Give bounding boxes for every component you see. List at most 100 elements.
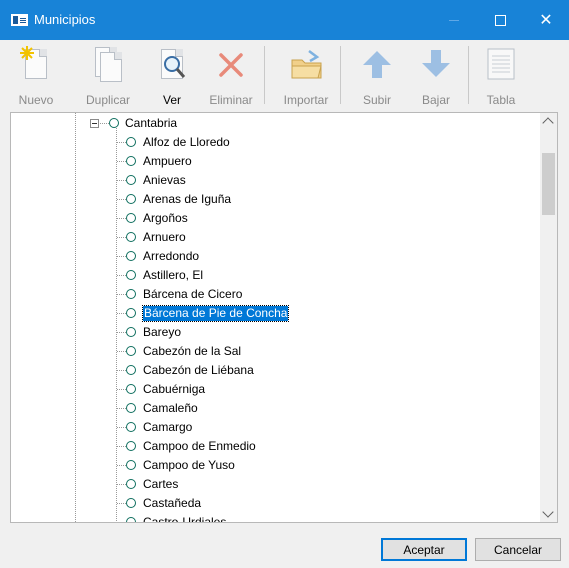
node-icon bbox=[126, 251, 136, 261]
tree-connector bbox=[117, 427, 126, 428]
scroll-down-icon[interactable] bbox=[542, 506, 554, 518]
duplicar-label: Duplicar bbox=[85, 93, 130, 107]
tree-item[interactable]: Astillero, El bbox=[143, 268, 203, 283]
tree-connector bbox=[117, 180, 126, 181]
folder-node-icon bbox=[109, 118, 119, 128]
subir-label: Subir bbox=[362, 93, 391, 107]
tree-connector bbox=[117, 332, 126, 333]
tree-connector bbox=[117, 161, 126, 162]
nuevo-label: Nuevo bbox=[18, 93, 54, 107]
tree-item[interactable]: Campoo de Yuso bbox=[143, 458, 235, 473]
minimize-button[interactable] bbox=[431, 0, 477, 40]
node-icon bbox=[126, 308, 136, 318]
node-icon bbox=[126, 327, 136, 337]
municipios-tree[interactable]: Cantabria Alfoz de Lloredo Ampuero Anievas A… bbox=[10, 112, 558, 523]
tree-item[interactable]: Castañeda bbox=[143, 496, 201, 511]
arrow-up-icon bbox=[360, 47, 394, 85]
collapse-icon[interactable] bbox=[90, 119, 99, 128]
arrow-down-icon bbox=[419, 47, 453, 85]
tree-item[interactable]: Argoños bbox=[143, 211, 188, 226]
tree-item[interactable]: Arredondo bbox=[143, 249, 199, 264]
tree-connector bbox=[117, 503, 126, 504]
tree-connector bbox=[117, 199, 126, 200]
tree-item[interactable]: Castro-Urdiales bbox=[143, 515, 226, 522]
ver-button[interactable]: Ver bbox=[150, 45, 194, 110]
node-icon bbox=[126, 517, 136, 522]
node-icon bbox=[126, 175, 136, 185]
cancel-button[interactable]: Cancelar bbox=[475, 538, 561, 561]
tree-item[interactable]: Arnuero bbox=[143, 230, 186, 245]
tree-item[interactable]: Bareyo bbox=[143, 325, 181, 340]
tree-guide-line bbox=[75, 113, 76, 522]
tree-connector bbox=[117, 256, 126, 257]
duplicate-icon bbox=[91, 47, 125, 85]
tree-item[interactable]: Cabuérniga bbox=[143, 382, 205, 397]
node-icon bbox=[126, 270, 136, 280]
toolbar: Nuevo Duplicar Ver Eliminar Importar Sub… bbox=[0, 40, 569, 112]
eliminar-label: Eliminar bbox=[209, 93, 253, 107]
node-icon bbox=[126, 232, 136, 242]
bajar-label: Bajar bbox=[421, 93, 450, 107]
tree-item[interactable]: Campoo de Enmedio bbox=[143, 439, 256, 454]
tree-connector bbox=[117, 408, 126, 409]
scroll-up-icon[interactable] bbox=[542, 117, 554, 129]
toolbar-separator bbox=[264, 46, 265, 104]
node-icon bbox=[126, 479, 136, 489]
tabla-button[interactable]: Tabla bbox=[480, 45, 522, 110]
tree-item[interactable]: Camargo bbox=[143, 420, 192, 435]
minimize-icon bbox=[449, 19, 459, 21]
tree-guide-line bbox=[116, 128, 117, 522]
eliminar-button[interactable]: Eliminar bbox=[206, 45, 256, 110]
close-icon: ✕ bbox=[539, 12, 553, 29]
accept-button[interactable]: Aceptar bbox=[381, 538, 467, 561]
tree-connector bbox=[117, 237, 126, 238]
tree-connector bbox=[117, 522, 126, 523]
maximize-button[interactable] bbox=[477, 0, 523, 40]
tree-item[interactable]: Camaleño bbox=[143, 401, 198, 416]
duplicar-button[interactable]: Duplicar bbox=[82, 45, 134, 110]
node-icon bbox=[126, 460, 136, 470]
toolbar-separator bbox=[468, 46, 469, 104]
subir-button[interactable]: Subir bbox=[356, 45, 398, 110]
scrollbar-thumb[interactable] bbox=[542, 153, 555, 215]
delete-x-icon bbox=[214, 47, 248, 85]
node-icon bbox=[126, 441, 136, 451]
importar-button[interactable]: Importar bbox=[280, 45, 332, 110]
tree-item[interactable]: Bárcena de Cicero bbox=[143, 287, 242, 302]
node-icon bbox=[126, 156, 136, 166]
tree-connector bbox=[117, 446, 126, 447]
tree-item[interactable]: Ampuero bbox=[143, 154, 192, 169]
tree-connector bbox=[117, 465, 126, 466]
tree-connector bbox=[117, 275, 126, 276]
toolbar-separator bbox=[340, 46, 341, 104]
vertical-scrollbar[interactable] bbox=[540, 113, 557, 522]
node-icon bbox=[126, 137, 136, 147]
close-button[interactable]: ✕ bbox=[523, 0, 569, 40]
node-icon bbox=[126, 384, 136, 394]
tree-item-parent[interactable]: Cantabria bbox=[125, 116, 177, 131]
tree-item[interactable]: Arenas de Iguña bbox=[143, 192, 231, 207]
tabla-label: Tabla bbox=[486, 93, 516, 107]
ver-label: Ver bbox=[162, 93, 181, 107]
view-magnifier-icon bbox=[155, 47, 189, 85]
tree-item[interactable]: Bárcena de Pie de Concha bbox=[141, 305, 290, 322]
tree-connector bbox=[117, 389, 126, 390]
tree-connector bbox=[117, 294, 126, 295]
bajar-button[interactable]: Bajar bbox=[414, 45, 458, 110]
node-icon bbox=[126, 289, 136, 299]
tree-item[interactable]: Cartes bbox=[143, 477, 178, 492]
nuevo-button[interactable]: Nuevo bbox=[14, 45, 58, 110]
node-icon bbox=[126, 194, 136, 204]
tree-connector bbox=[117, 313, 126, 314]
node-icon bbox=[126, 403, 136, 413]
node-icon bbox=[126, 498, 136, 508]
tree-item[interactable]: Alfoz de Lloredo bbox=[143, 135, 230, 150]
tree-connector bbox=[117, 484, 126, 485]
tree-connector bbox=[117, 370, 126, 371]
tree-item[interactable]: Anievas bbox=[143, 173, 186, 188]
tree-connector bbox=[117, 351, 126, 352]
table-icon bbox=[484, 47, 518, 85]
tree-item[interactable]: Cabezón de Liébana bbox=[143, 363, 254, 378]
tree-item[interactable]: Cabezón de la Sal bbox=[143, 344, 241, 359]
maximize-icon bbox=[494, 14, 506, 26]
